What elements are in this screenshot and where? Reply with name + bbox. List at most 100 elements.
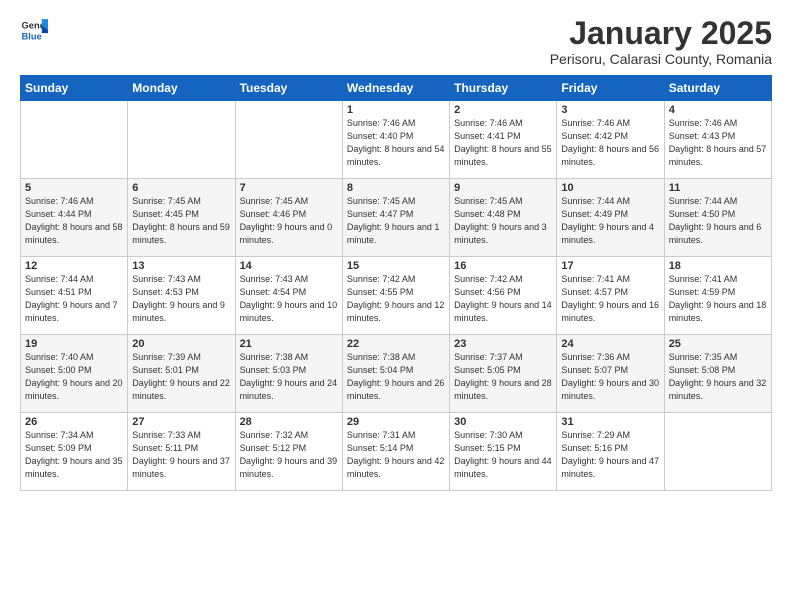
day-number: 1 bbox=[347, 104, 445, 116]
col-sunday: Sunday bbox=[21, 76, 128, 101]
cell-info: Sunrise: 7:45 AMSunset: 4:48 PMDaylight:… bbox=[454, 196, 547, 245]
col-thursday: Thursday bbox=[450, 76, 557, 101]
cell-info: Sunrise: 7:35 AMSunset: 5:08 PMDaylight:… bbox=[669, 352, 767, 401]
day-number: 31 bbox=[561, 416, 659, 428]
calendar-cell: 11 Sunrise: 7:44 AMSunset: 4:50 PMDaylig… bbox=[664, 179, 771, 257]
cell-info: Sunrise: 7:38 AMSunset: 5:03 PMDaylight:… bbox=[240, 352, 338, 401]
calendar-cell: 2 Sunrise: 7:46 AMSunset: 4:41 PMDayligh… bbox=[450, 101, 557, 179]
day-number: 3 bbox=[561, 104, 659, 116]
day-number: 13 bbox=[132, 260, 230, 272]
day-number: 20 bbox=[132, 338, 230, 350]
day-number: 18 bbox=[669, 260, 767, 272]
calendar-cell: 21 Sunrise: 7:38 AMSunset: 5:03 PMDaylig… bbox=[235, 335, 342, 413]
calendar-cell bbox=[21, 101, 128, 179]
day-number: 21 bbox=[240, 338, 338, 350]
calendar-cell: 8 Sunrise: 7:45 AMSunset: 4:47 PMDayligh… bbox=[342, 179, 449, 257]
day-number: 28 bbox=[240, 416, 338, 428]
calendar-cell: 1 Sunrise: 7:46 AMSunset: 4:40 PMDayligh… bbox=[342, 101, 449, 179]
cell-info: Sunrise: 7:38 AMSunset: 5:04 PMDaylight:… bbox=[347, 352, 445, 401]
day-number: 2 bbox=[454, 104, 552, 116]
col-monday: Monday bbox=[128, 76, 235, 101]
calendar-cell: 3 Sunrise: 7:46 AMSunset: 4:42 PMDayligh… bbox=[557, 101, 664, 179]
cell-info: Sunrise: 7:46 AMSunset: 4:44 PMDaylight:… bbox=[25, 196, 123, 245]
calendar-cell: 19 Sunrise: 7:40 AMSunset: 5:00 PMDaylig… bbox=[21, 335, 128, 413]
calendar-week-1: 1 Sunrise: 7:46 AMSunset: 4:40 PMDayligh… bbox=[21, 101, 772, 179]
header-row: Sunday Monday Tuesday Wednesday Thursday… bbox=[21, 76, 772, 101]
cell-info: Sunrise: 7:31 AMSunset: 5:14 PMDaylight:… bbox=[347, 430, 445, 479]
day-number: 15 bbox=[347, 260, 445, 272]
cell-info: Sunrise: 7:33 AMSunset: 5:11 PMDaylight:… bbox=[132, 430, 230, 479]
cell-info: Sunrise: 7:30 AMSunset: 5:15 PMDaylight:… bbox=[454, 430, 552, 479]
logo-icon: General Blue bbox=[20, 16, 48, 44]
cell-info: Sunrise: 7:42 AMSunset: 4:55 PMDaylight:… bbox=[347, 274, 445, 323]
calendar-cell: 10 Sunrise: 7:44 AMSunset: 4:49 PMDaylig… bbox=[557, 179, 664, 257]
calendar-cell: 13 Sunrise: 7:43 AMSunset: 4:53 PMDaylig… bbox=[128, 257, 235, 335]
col-friday: Friday bbox=[557, 76, 664, 101]
cell-info: Sunrise: 7:45 AMSunset: 4:46 PMDaylight:… bbox=[240, 196, 333, 245]
day-number: 14 bbox=[240, 260, 338, 272]
day-number: 17 bbox=[561, 260, 659, 272]
calendar-cell: 28 Sunrise: 7:32 AMSunset: 5:12 PMDaylig… bbox=[235, 413, 342, 491]
calendar-cell: 22 Sunrise: 7:38 AMSunset: 5:04 PMDaylig… bbox=[342, 335, 449, 413]
cell-info: Sunrise: 7:46 AMSunset: 4:41 PMDaylight:… bbox=[454, 118, 552, 167]
day-number: 11 bbox=[669, 182, 767, 194]
cell-info: Sunrise: 7:34 AMSunset: 5:09 PMDaylight:… bbox=[25, 430, 123, 479]
cell-info: Sunrise: 7:32 AMSunset: 5:12 PMDaylight:… bbox=[240, 430, 338, 479]
cell-info: Sunrise: 7:41 AMSunset: 4:59 PMDaylight:… bbox=[669, 274, 767, 323]
calendar-cell: 25 Sunrise: 7:35 AMSunset: 5:08 PMDaylig… bbox=[664, 335, 771, 413]
calendar-cell: 4 Sunrise: 7:46 AMSunset: 4:43 PMDayligh… bbox=[664, 101, 771, 179]
calendar-cell: 18 Sunrise: 7:41 AMSunset: 4:59 PMDaylig… bbox=[664, 257, 771, 335]
calendar-cell: 5 Sunrise: 7:46 AMSunset: 4:44 PMDayligh… bbox=[21, 179, 128, 257]
logo: General Blue bbox=[20, 16, 48, 44]
calendar-title: January 2025 bbox=[550, 16, 772, 51]
calendar-cell: 17 Sunrise: 7:41 AMSunset: 4:57 PMDaylig… bbox=[557, 257, 664, 335]
cell-info: Sunrise: 7:44 AMSunset: 4:51 PMDaylight:… bbox=[25, 274, 118, 323]
col-tuesday: Tuesday bbox=[235, 76, 342, 101]
day-number: 4 bbox=[669, 104, 767, 116]
calendar-cell: 29 Sunrise: 7:31 AMSunset: 5:14 PMDaylig… bbox=[342, 413, 449, 491]
calendar-cell bbox=[664, 413, 771, 491]
day-number: 23 bbox=[454, 338, 552, 350]
cell-info: Sunrise: 7:45 AMSunset: 4:47 PMDaylight:… bbox=[347, 196, 440, 245]
calendar-cell bbox=[235, 101, 342, 179]
title-block: January 2025 Perisoru, Calarasi County, … bbox=[550, 16, 772, 67]
calendar-cell: 14 Sunrise: 7:43 AMSunset: 4:54 PMDaylig… bbox=[235, 257, 342, 335]
cell-info: Sunrise: 7:46 AMSunset: 4:43 PMDaylight:… bbox=[669, 118, 767, 167]
calendar-week-3: 12 Sunrise: 7:44 AMSunset: 4:51 PMDaylig… bbox=[21, 257, 772, 335]
day-number: 19 bbox=[25, 338, 123, 350]
calendar-cell: 24 Sunrise: 7:36 AMSunset: 5:07 PMDaylig… bbox=[557, 335, 664, 413]
cell-info: Sunrise: 7:45 AMSunset: 4:45 PMDaylight:… bbox=[132, 196, 230, 245]
day-number: 29 bbox=[347, 416, 445, 428]
day-number: 27 bbox=[132, 416, 230, 428]
cell-info: Sunrise: 7:43 AMSunset: 4:53 PMDaylight:… bbox=[132, 274, 225, 323]
calendar-cell: 26 Sunrise: 7:34 AMSunset: 5:09 PMDaylig… bbox=[21, 413, 128, 491]
cell-info: Sunrise: 7:44 AMSunset: 4:49 PMDaylight:… bbox=[561, 196, 654, 245]
calendar-cell: 20 Sunrise: 7:39 AMSunset: 5:01 PMDaylig… bbox=[128, 335, 235, 413]
calendar-cell: 7 Sunrise: 7:45 AMSunset: 4:46 PMDayligh… bbox=[235, 179, 342, 257]
calendar-week-4: 19 Sunrise: 7:40 AMSunset: 5:00 PMDaylig… bbox=[21, 335, 772, 413]
calendar-cell: 15 Sunrise: 7:42 AMSunset: 4:55 PMDaylig… bbox=[342, 257, 449, 335]
svg-text:Blue: Blue bbox=[22, 31, 42, 41]
calendar-cell: 23 Sunrise: 7:37 AMSunset: 5:05 PMDaylig… bbox=[450, 335, 557, 413]
day-number: 8 bbox=[347, 182, 445, 194]
day-number: 9 bbox=[454, 182, 552, 194]
col-wednesday: Wednesday bbox=[342, 76, 449, 101]
calendar-cell: 12 Sunrise: 7:44 AMSunset: 4:51 PMDaylig… bbox=[21, 257, 128, 335]
day-number: 6 bbox=[132, 182, 230, 194]
calendar-cell: 9 Sunrise: 7:45 AMSunset: 4:48 PMDayligh… bbox=[450, 179, 557, 257]
day-number: 5 bbox=[25, 182, 123, 194]
calendar-subtitle: Perisoru, Calarasi County, Romania bbox=[550, 51, 772, 67]
page-container: General Blue January 2025 Perisoru, Cala… bbox=[0, 0, 792, 501]
calendar-cell bbox=[128, 101, 235, 179]
day-number: 22 bbox=[347, 338, 445, 350]
cell-info: Sunrise: 7:39 AMSunset: 5:01 PMDaylight:… bbox=[132, 352, 230, 401]
cell-info: Sunrise: 7:46 AMSunset: 4:40 PMDaylight:… bbox=[347, 118, 445, 167]
cell-info: Sunrise: 7:29 AMSunset: 5:16 PMDaylight:… bbox=[561, 430, 659, 479]
cell-info: Sunrise: 7:41 AMSunset: 4:57 PMDaylight:… bbox=[561, 274, 659, 323]
calendar-week-2: 5 Sunrise: 7:46 AMSunset: 4:44 PMDayligh… bbox=[21, 179, 772, 257]
col-saturday: Saturday bbox=[664, 76, 771, 101]
cell-info: Sunrise: 7:36 AMSunset: 5:07 PMDaylight:… bbox=[561, 352, 659, 401]
calendar-table: Sunday Monday Tuesday Wednesday Thursday… bbox=[20, 75, 772, 491]
day-number: 10 bbox=[561, 182, 659, 194]
day-number: 30 bbox=[454, 416, 552, 428]
